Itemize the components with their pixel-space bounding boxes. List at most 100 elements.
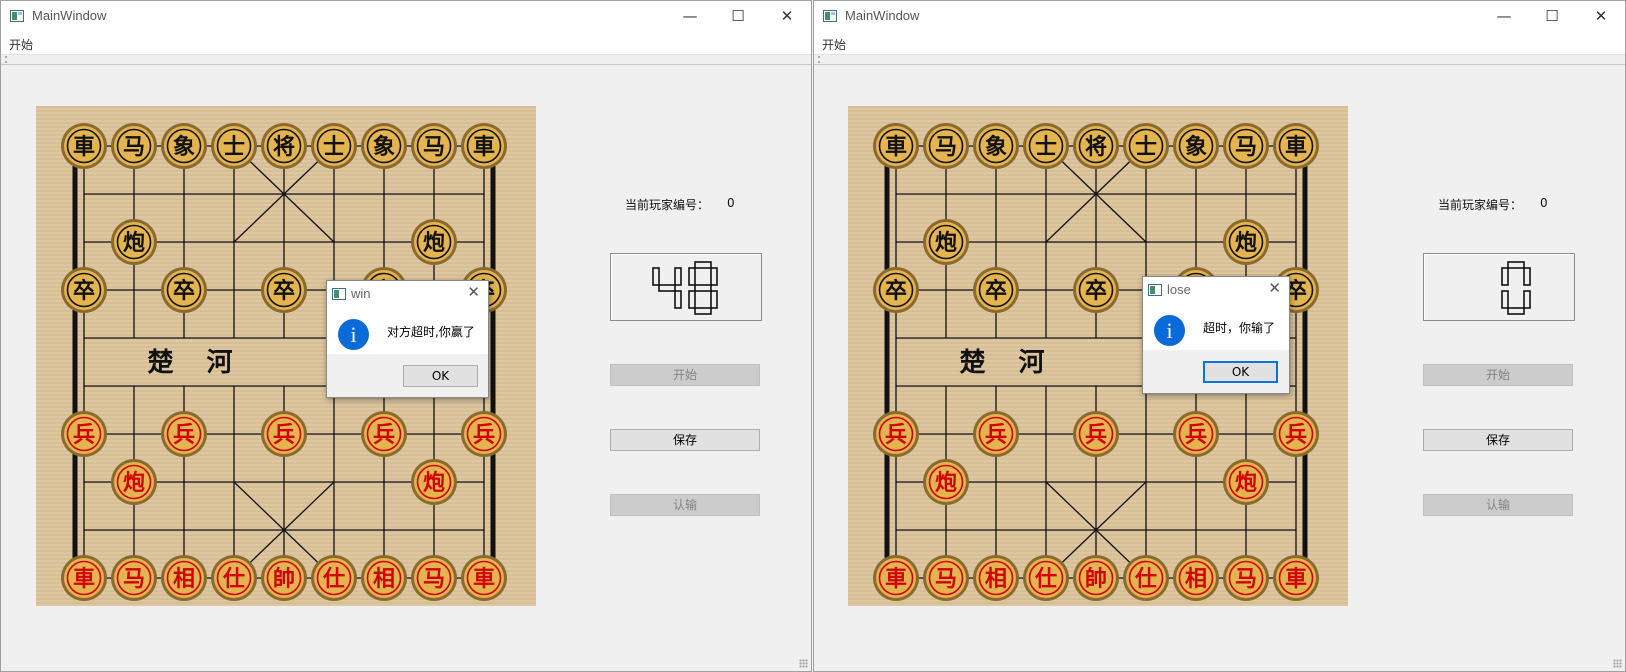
black-piece[interactable]: 車 (1273, 123, 1319, 169)
dialog-title: win (351, 286, 371, 301)
save-button[interactable]: 保存 (610, 429, 760, 451)
black-piece[interactable]: 象 (361, 123, 407, 169)
red-piece[interactable]: 兵 (61, 411, 107, 457)
piece-label: 卒 (173, 278, 195, 304)
menu-start[interactable]: 开始 (9, 36, 33, 53)
black-piece[interactable]: 士 (311, 123, 357, 169)
red-piece[interactable]: 相 (1173, 555, 1219, 601)
black-piece[interactable]: 炮 (111, 219, 157, 265)
black-piece[interactable]: 車 (61, 123, 107, 169)
app-icon (823, 10, 837, 22)
piece-label: 相 (173, 567, 195, 592)
red-piece[interactable]: 炮 (923, 459, 969, 505)
information-icon: i (338, 319, 369, 350)
red-piece[interactable]: 马 (1223, 555, 1269, 601)
black-piece[interactable]: 将 (261, 123, 307, 169)
title-bar[interactable]: MainWindow — ☐ ✕ (1, 1, 811, 32)
red-piece[interactable]: 炮 (111, 459, 157, 505)
red-piece[interactable]: 兵 (161, 411, 207, 457)
piece-label: 卒 (73, 278, 95, 304)
save-button[interactable]: 保存 (1423, 429, 1573, 451)
red-piece[interactable]: 仕 (211, 555, 257, 601)
black-piece[interactable]: 马 (411, 123, 457, 169)
red-piece[interactable]: 马 (411, 555, 457, 601)
black-piece[interactable]: 卒 (161, 267, 207, 313)
red-piece[interactable]: 马 (111, 555, 157, 601)
red-piece[interactable]: 車 (1273, 555, 1319, 601)
piece-label: 炮 (423, 230, 445, 256)
black-piece[interactable]: 象 (1173, 123, 1219, 169)
black-piece[interactable]: 卒 (1073, 267, 1119, 313)
digit-segment (1507, 307, 1525, 315)
close-button[interactable]: ✕ (764, 1, 810, 32)
piece-label: 炮 (123, 230, 145, 256)
red-piece[interactable]: 車 (461, 555, 507, 601)
dialog-close-button[interactable]: ✕ (467, 283, 480, 301)
red-piece[interactable]: 相 (161, 555, 207, 601)
start-button[interactable]: 开始 (1423, 364, 1573, 386)
red-piece[interactable]: 仕 (311, 555, 357, 601)
black-piece[interactable]: 卒 (973, 267, 1019, 313)
piece-label: 马 (123, 567, 145, 592)
red-piece[interactable]: 兵 (873, 411, 919, 457)
piece-label: 马 (1235, 135, 1257, 160)
red-piece[interactable]: 帥 (1073, 555, 1119, 601)
red-piece[interactable]: 兵 (261, 411, 307, 457)
size-grip[interactable] (1613, 659, 1622, 668)
red-piece[interactable]: 兵 (361, 411, 407, 457)
black-piece[interactable]: 马 (923, 123, 969, 169)
red-piece[interactable]: 兵 (461, 411, 507, 457)
red-piece[interactable]: 炮 (411, 459, 457, 505)
black-piece[interactable]: 马 (111, 123, 157, 169)
black-piece[interactable]: 象 (973, 123, 1019, 169)
red-piece[interactable]: 帥 (261, 555, 307, 601)
maximize-button[interactable]: ☐ (1529, 1, 1575, 32)
red-piece[interactable]: 兵 (1073, 411, 1119, 457)
digit-segment (674, 267, 682, 286)
minimize-button[interactable]: — (667, 1, 713, 32)
dialog-close-button[interactable]: ✕ (1268, 279, 1281, 297)
piece-label: 車 (885, 567, 907, 592)
black-piece[interactable]: 炮 (923, 219, 969, 265)
black-piece[interactable]: 車 (873, 123, 919, 169)
dialog-ok-button[interactable]: OK (1203, 361, 1278, 383)
title-bar[interactable]: MainWindow — ☐ ✕ (814, 1, 1625, 32)
menu-start[interactable]: 开始 (822, 36, 846, 53)
black-piece[interactable]: 炮 (1223, 219, 1269, 265)
dialog-title-bar[interactable]: lose ✕ (1143, 277, 1289, 303)
red-piece[interactable]: 炮 (1223, 459, 1269, 505)
close-button[interactable]: ✕ (1578, 1, 1624, 32)
piece-label: 士 (223, 135, 245, 160)
red-piece[interactable]: 車 (61, 555, 107, 601)
black-piece[interactable]: 士 (1123, 123, 1169, 169)
red-piece[interactable]: 仕 (1023, 555, 1069, 601)
black-piece[interactable]: 卒 (261, 267, 307, 313)
maximize-button[interactable]: ☐ (715, 1, 761, 32)
black-piece[interactable]: 車 (461, 123, 507, 169)
start-button[interactable]: 开始 (610, 364, 760, 386)
size-grip[interactable] (799, 659, 808, 668)
black-piece[interactable]: 卒 (873, 267, 919, 313)
black-piece[interactable]: 士 (1023, 123, 1069, 169)
resign-button[interactable]: 认输 (610, 494, 760, 516)
black-piece[interactable]: 将 (1073, 123, 1119, 169)
red-piece[interactable]: 兵 (1273, 411, 1319, 457)
dialog-title-bar[interactable]: win ✕ (327, 281, 488, 307)
black-piece[interactable]: 炮 (411, 219, 457, 265)
black-piece[interactable]: 士 (211, 123, 257, 169)
black-piece[interactable]: 卒 (61, 267, 107, 313)
red-piece[interactable]: 相 (973, 555, 1019, 601)
resign-button[interactable]: 认输 (1423, 494, 1573, 516)
red-piece[interactable]: 马 (923, 555, 969, 601)
red-piece[interactable]: 兵 (973, 411, 1019, 457)
dialog-ok-button[interactable]: OK (403, 365, 478, 387)
red-piece[interactable]: 仕 (1123, 555, 1169, 601)
minimize-button[interactable]: — (1481, 1, 1527, 32)
red-piece[interactable]: 兵 (1173, 411, 1219, 457)
red-piece[interactable]: 相 (361, 555, 407, 601)
digit-segment (1501, 267, 1509, 286)
black-piece[interactable]: 马 (1223, 123, 1269, 169)
red-piece[interactable]: 車 (873, 555, 919, 601)
piece-label: 炮 (1235, 230, 1257, 256)
black-piece[interactable]: 象 (161, 123, 207, 169)
